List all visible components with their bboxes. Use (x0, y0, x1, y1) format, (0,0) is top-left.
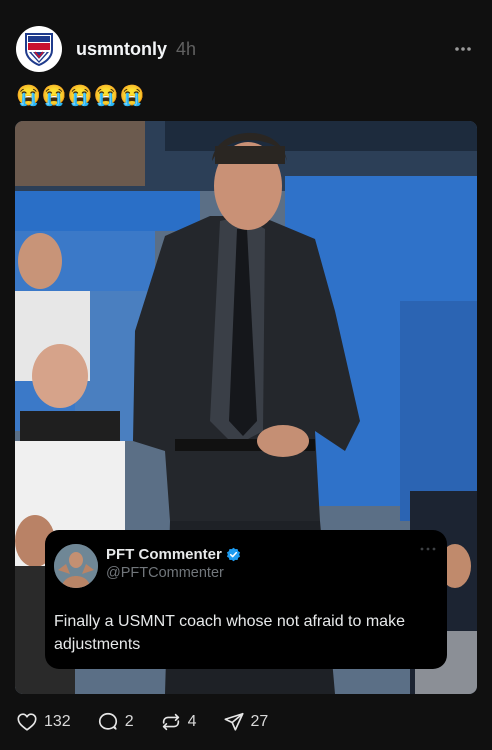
ellipsis-icon (455, 47, 471, 51)
repost-count: 4 (187, 713, 197, 730)
like-count: 132 (44, 713, 71, 730)
like-button[interactable]: 132 (16, 711, 71, 733)
tweet-display-name[interactable]: PFT Commenter (106, 546, 222, 563)
repost-button[interactable]: 4 (160, 711, 197, 733)
verified-badge-icon (226, 547, 240, 562)
reply-count: 2 (124, 713, 134, 730)
person-photo-icon (54, 544, 98, 588)
post-text: 😭😭😭😭😭 (16, 85, 146, 107)
tweet-header: PFT Commenter @PFTCommenter (54, 544, 437, 588)
avatar[interactable] (16, 26, 62, 72)
more-options-button[interactable] (450, 39, 476, 59)
post-image[interactable]: PFT Commenter @PFTCommenter Finally a US… (15, 121, 477, 694)
post-action-bar: 132 2 4 27 (16, 708, 294, 736)
tweet-more-icon[interactable] (419, 546, 437, 552)
repost-icon (162, 713, 179, 731)
tweet-body: Finally a USMNT coach whose not afraid t… (54, 613, 405, 653)
embedded-tweet-card[interactable]: PFT Commenter @PFTCommenter Finally a US… (45, 530, 447, 669)
post-header: usmntonly 4h (16, 24, 476, 74)
usmnt-only-logo (25, 33, 53, 66)
heart-icon (17, 713, 37, 731)
post-timestamp: 4h (176, 38, 197, 59)
send-icon (223, 712, 244, 731)
tweet-handle[interactable]: @PFTCommenter (106, 565, 241, 581)
username[interactable]: usmntonly (76, 39, 167, 60)
reply-button[interactable]: 2 (97, 711, 134, 733)
comment-icon (98, 712, 117, 730)
share-button[interactable]: 27 (223, 711, 269, 733)
tweet-avatar[interactable] (54, 544, 98, 588)
share-count: 27 (250, 713, 269, 730)
